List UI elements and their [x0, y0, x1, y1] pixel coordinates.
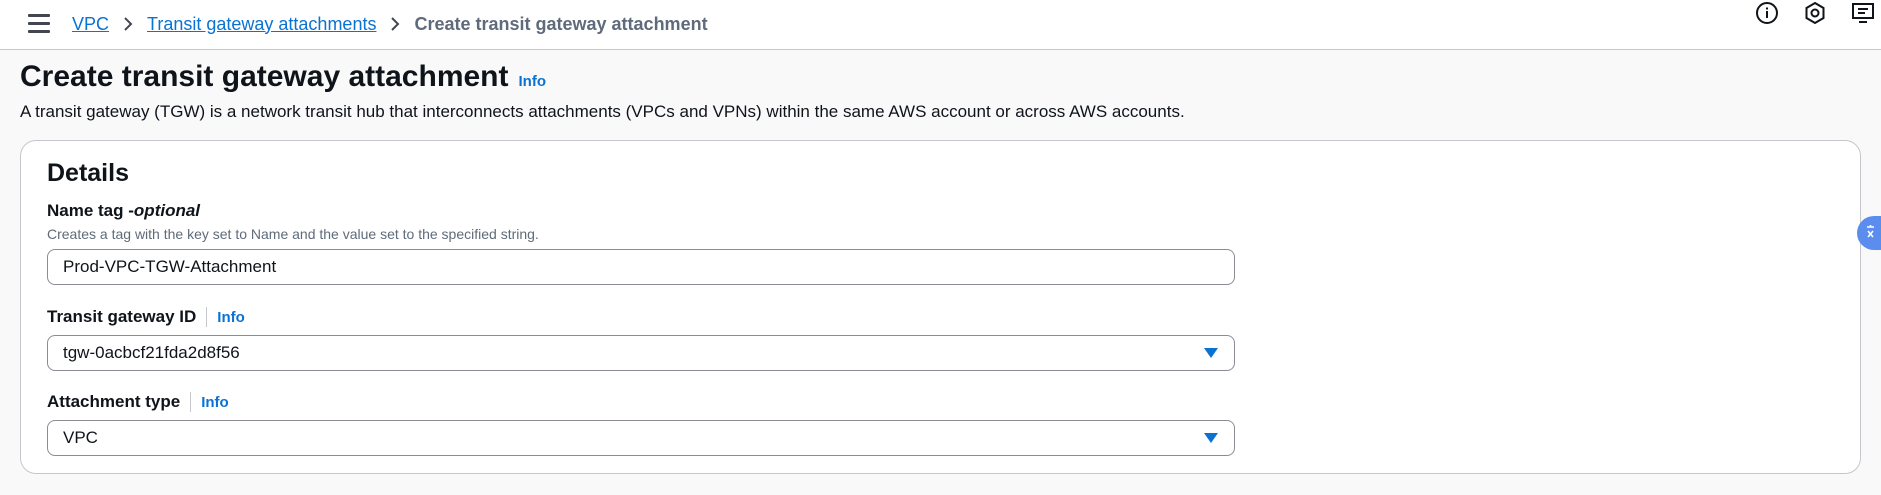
- attachment-type-label-text: Attachment type: [47, 392, 181, 411]
- attachment-type-label: Attachment type Info: [47, 392, 229, 412]
- caret-down-icon: [1204, 348, 1218, 358]
- settings-hex-icon[interactable]: [1802, 0, 1828, 26]
- name-tag-label-text: Name tag -: [47, 201, 134, 220]
- details-title: Details: [47, 159, 129, 187]
- page-info-link[interactable]: Info: [519, 73, 547, 90]
- breadcrumb-current: Create transit gateway attachment: [414, 13, 708, 34]
- page-header: Create transit gateway attachment Info: [20, 60, 546, 94]
- attachment-type-info-link[interactable]: Info: [201, 394, 229, 411]
- page-title: Create transit gateway attachment: [20, 60, 509, 93]
- page-description: A transit gateway (TGW) is a network tra…: [20, 102, 1185, 121]
- menu-icon[interactable]: [28, 14, 50, 34]
- details-container: Details Name tag - optional Creates a ta…: [20, 140, 1861, 474]
- top-navigation-bar: VPC Transit gateway attachments Create t…: [0, 0, 1881, 50]
- name-tag-label: Name tag - optional: [47, 201, 200, 221]
- name-tag-description: Creates a tag with the key set to Name a…: [47, 226, 539, 242]
- feedback-icon[interactable]: [1850, 0, 1876, 26]
- breadcrumb: VPC Transit gateway attachments Create t…: [72, 12, 708, 36]
- label-divider: [190, 392, 192, 412]
- transit-gateway-info-link[interactable]: Info: [217, 309, 245, 326]
- info-circle-icon[interactable]: [1754, 0, 1780, 26]
- attachment-type-value: VPC: [63, 428, 98, 447]
- breadcrumb-vpc[interactable]: VPC: [72, 14, 109, 35]
- name-tag-input[interactable]: Prod-VPC-TGW-Attachment: [47, 249, 1235, 285]
- transit-gateway-id-label-text: Transit gateway ID: [47, 307, 197, 326]
- name-tag-optional: optional: [133, 201, 201, 220]
- transit-gateway-id-label: Transit gateway ID Info: [47, 307, 245, 327]
- chevron-right-icon: [123, 16, 133, 32]
- chevron-right-icon: [390, 16, 400, 32]
- attachment-type-select[interactable]: VPC: [47, 420, 1235, 456]
- caret-down-icon: [1204, 433, 1218, 443]
- transit-gateway-id-select[interactable]: tgw-0acbcf21fda2d8f56: [47, 335, 1235, 371]
- label-divider: [206, 307, 208, 327]
- translate-icon[interactable]: [1857, 216, 1881, 250]
- breadcrumb-transit-gateway-attachments[interactable]: Transit gateway attachments: [147, 14, 376, 35]
- transit-gateway-id-value: tgw-0acbcf21fda2d8f56: [63, 343, 240, 362]
